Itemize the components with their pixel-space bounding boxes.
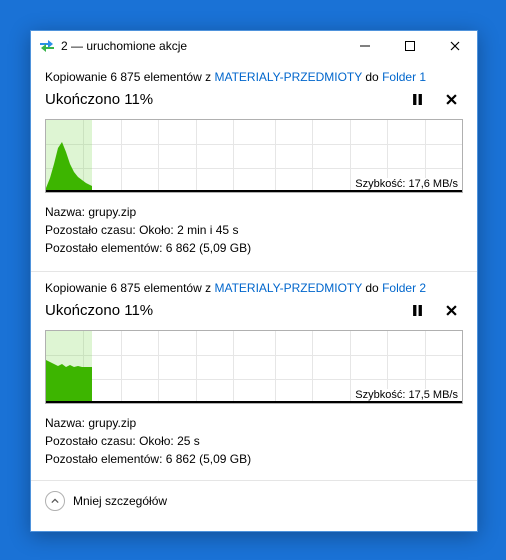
- operation-details: Nazwa: grupy.zip Pozostało czasu: Około:…: [45, 414, 463, 468]
- footer: Mniej szczegółów: [31, 480, 477, 521]
- detail-items: Pozostało elementów: 6 862 (5,09 GB): [45, 239, 463, 257]
- op-header-prefix: Kopiowanie 6 875 elementów z: [45, 281, 214, 295]
- speed-chart: Szybkość: 17,5 MB/s: [45, 330, 463, 404]
- file-copy-dialog: 2 — uruchomione akcje Kopiowanie 6 875 e…: [30, 30, 478, 532]
- detail-time: Pozostało czasu: Około: 25 s: [45, 432, 463, 450]
- speed-curve-icon: [46, 331, 92, 403]
- time-label: Pozostało czasu:: [45, 434, 139, 448]
- op-header-mid: do: [362, 70, 382, 84]
- time-value: Około: 2 min i 45 s: [139, 223, 238, 237]
- chart-baseline: [46, 190, 462, 192]
- copy-operation: Kopiowanie 6 875 elementów z MATERIALY-P…: [45, 280, 463, 476]
- speed-curve-icon: [46, 120, 92, 192]
- operation-description: Kopiowanie 6 875 elementów z MATERIALY-P…: [45, 69, 463, 85]
- time-label: Pozostało czasu:: [45, 223, 139, 237]
- chart-baseline: [46, 401, 462, 403]
- name-label: Nazwa:: [45, 205, 88, 219]
- content-area: Kopiowanie 6 875 elementów z MATERIALY-P…: [31, 61, 477, 531]
- maximize-button[interactable]: [387, 31, 432, 61]
- window-title: 2 — uruchomione akcje: [61, 39, 342, 53]
- items-value: 6 862 (5,09 GB): [166, 452, 251, 466]
- pause-button[interactable]: [405, 298, 429, 322]
- time-value: Około: 25 s: [139, 434, 200, 448]
- detail-name: Nazwa: grupy.zip: [45, 414, 463, 432]
- minimize-button[interactable]: [342, 31, 387, 61]
- op-header-prefix: Kopiowanie 6 875 elementów z: [45, 70, 214, 84]
- pause-button[interactable]: [405, 87, 429, 111]
- items-value: 6 862 (5,09 GB): [166, 241, 251, 255]
- detail-items: Pozostało elementów: 6 862 (5,09 GB): [45, 450, 463, 468]
- source-link[interactable]: MATERIALY-PRZEDMIOTY: [214, 70, 362, 84]
- window-buttons: [342, 31, 477, 61]
- name-label: Nazwa:: [45, 416, 88, 430]
- detail-time: Pozostało czasu: Około: 2 min i 45 s: [45, 221, 463, 239]
- collapse-button[interactable]: [45, 491, 65, 511]
- op-header-mid: do: [362, 281, 382, 295]
- titlebar: 2 — uruchomione akcje: [31, 31, 477, 61]
- dest-link[interactable]: Folder 1: [382, 70, 426, 84]
- details-toggle-label[interactable]: Mniej szczegółów: [73, 494, 167, 508]
- speed-label: Szybkość: 17,6 MB/s: [354, 178, 459, 190]
- name-value: grupy.zip: [88, 416, 136, 430]
- operation-description: Kopiowanie 6 875 elementów z MATERIALY-P…: [45, 280, 463, 296]
- chevron-up-icon: [51, 497, 59, 505]
- speed-chart: Szybkość: 17,6 MB/s: [45, 119, 463, 193]
- items-label: Pozostało elementów:: [45, 452, 166, 466]
- dest-link[interactable]: Folder 2: [382, 281, 426, 295]
- speed-label: Szybkość: 17,5 MB/s: [354, 389, 459, 401]
- cancel-button[interactable]: [439, 87, 463, 111]
- close-button[interactable]: [432, 31, 477, 61]
- cancel-button[interactable]: [439, 298, 463, 322]
- copy-arrows-icon: [39, 38, 55, 54]
- progress-text: Ukończono 11%: [45, 91, 395, 108]
- progress-text: Ukończono 11%: [45, 302, 395, 319]
- detail-name: Nazwa: grupy.zip: [45, 203, 463, 221]
- copy-operation: Kopiowanie 6 875 elementów z MATERIALY-P…: [45, 69, 463, 265]
- name-value: grupy.zip: [88, 205, 136, 219]
- source-link[interactable]: MATERIALY-PRZEDMIOTY: [214, 281, 362, 295]
- separator: [31, 271, 477, 272]
- items-label: Pozostało elementów:: [45, 241, 166, 255]
- operation-details: Nazwa: grupy.zip Pozostało czasu: Około:…: [45, 203, 463, 257]
